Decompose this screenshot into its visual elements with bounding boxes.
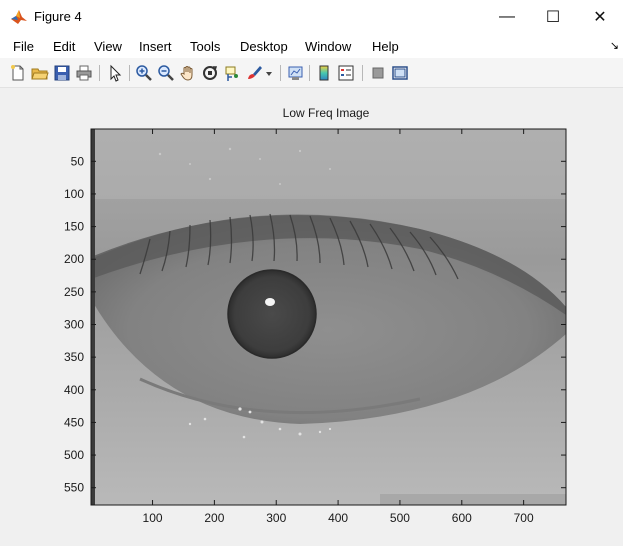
- print-icon[interactable]: [75, 64, 93, 82]
- y-tick-label: 50: [71, 154, 85, 168]
- menu-bar: File Edit View Insert Tools Desktop Wind…: [0, 34, 623, 58]
- toolbar-separator: [129, 65, 130, 81]
- x-tick-label: 200: [204, 511, 224, 525]
- toolbar-separator: [309, 65, 310, 81]
- data-cursor-icon[interactable]: [223, 64, 241, 82]
- y-tick-label: 500: [64, 448, 84, 462]
- menu-insert[interactable]: Insert: [139, 39, 172, 54]
- toolbar-separator: [99, 65, 100, 81]
- minimize-button[interactable]: —: [484, 0, 530, 34]
- x-tick-label: 300: [266, 511, 286, 525]
- y-tick-label: 350: [64, 350, 84, 364]
- figure-toolbar: [0, 58, 623, 88]
- hide-plot-tools-icon[interactable]: [369, 64, 387, 82]
- toolbar-separator: [362, 65, 363, 81]
- new-figure-icon[interactable]: [9, 64, 27, 82]
- zoom-out-icon[interactable]: [157, 64, 175, 82]
- eye-image[interactable]: [91, 129, 566, 505]
- zoom-in-icon[interactable]: [135, 64, 153, 82]
- menu-edit[interactable]: Edit: [53, 39, 75, 54]
- y-tick-label: 300: [64, 318, 84, 332]
- open-file-icon[interactable]: [31, 64, 49, 82]
- menu-tools[interactable]: Tools: [190, 39, 220, 54]
- title-bar[interactable]: Figure 4 — ☐ ✕: [0, 0, 623, 34]
- link-plot-icon[interactable]: [287, 64, 305, 82]
- y-tick-label: 100: [64, 187, 84, 201]
- pan-hand-icon[interactable]: [179, 64, 197, 82]
- save-icon[interactable]: [53, 64, 71, 82]
- menu-help[interactable]: Help: [372, 39, 399, 54]
- pointer-icon[interactable]: [106, 64, 124, 82]
- matlab-figure-window: Figure 4 — ☐ ✕ File Edit View Insert Too…: [0, 0, 623, 546]
- x-tick-label: 400: [328, 511, 348, 525]
- y-tick-label: 450: [64, 415, 84, 429]
- y-tick-label: 200: [64, 252, 84, 266]
- x-tick-label: 700: [514, 511, 534, 525]
- y-tick-label: 250: [64, 285, 84, 299]
- close-button[interactable]: ✕: [577, 0, 623, 34]
- rotate-3d-icon[interactable]: [201, 64, 219, 82]
- y-tick-label: 550: [64, 481, 84, 495]
- show-plot-tools-icon[interactable]: [391, 64, 409, 82]
- menu-window[interactable]: Window: [305, 39, 351, 54]
- toolbar-separator: [280, 65, 281, 81]
- menu-view[interactable]: View: [94, 39, 122, 54]
- menu-desktop[interactable]: Desktop: [240, 39, 288, 54]
- x-tick-label: 500: [390, 511, 410, 525]
- matlab-logo-icon: [10, 8, 28, 26]
- axes-plot[interactable]: Low Freq Image 100 200 300 400 500 600 7…: [0, 89, 623, 546]
- figure-canvas[interactable]: Low Freq Image 100 200 300 400 500 600 7…: [0, 89, 623, 546]
- dropdown-arrow-icon[interactable]: [264, 64, 274, 82]
- x-tick-label: 600: [452, 511, 472, 525]
- menu-file[interactable]: File: [13, 39, 34, 54]
- brush-icon[interactable]: [245, 64, 263, 82]
- axes-title: Low Freq Image: [283, 106, 370, 120]
- legend-icon[interactable]: [337, 64, 355, 82]
- maximize-button[interactable]: ☐: [530, 0, 576, 34]
- y-tick-label: 400: [64, 383, 84, 397]
- x-tick-label: 100: [143, 511, 163, 525]
- y-tick-label: 150: [64, 220, 84, 234]
- window-title: Figure 4: [34, 9, 82, 24]
- colorbar-icon[interactable]: [315, 64, 333, 82]
- menu-overflow-icon[interactable]: ↘: [610, 39, 619, 52]
